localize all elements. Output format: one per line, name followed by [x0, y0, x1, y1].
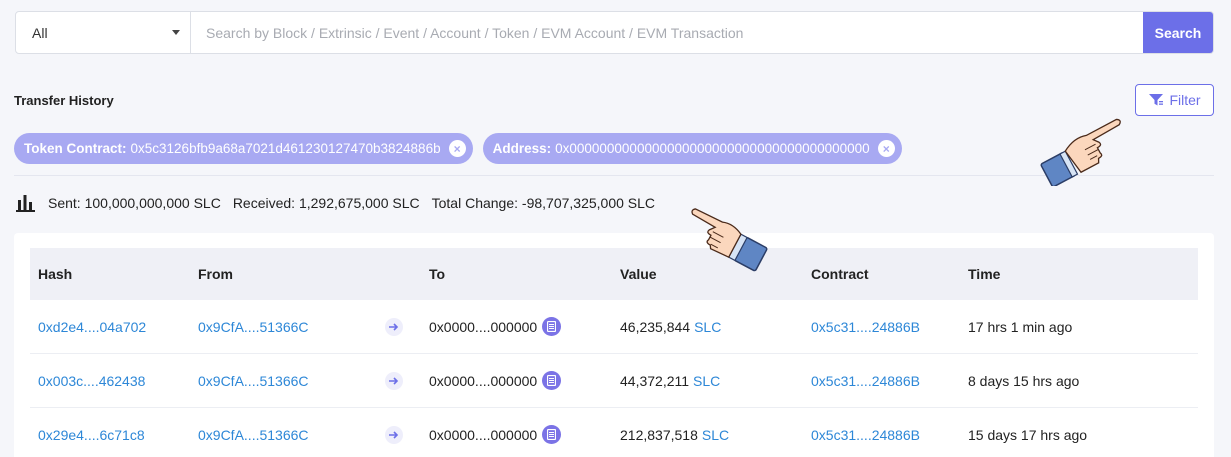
- chip-key: Address:: [492, 141, 552, 156]
- contract-link[interactable]: 0x5c31....24886B: [811, 373, 920, 389]
- chip-key: Token Contract:: [24, 141, 127, 156]
- stat-total-change: Total Change: -98,707,325,000 SLC: [431, 195, 656, 211]
- search-input[interactable]: [191, 12, 1143, 53]
- column-header-to: To: [429, 266, 446, 282]
- arrow-right-icon: [385, 425, 403, 444]
- stat-sent: Sent: 100,000,000,000 SLC: [48, 195, 221, 211]
- filter-chips: Token Contract: 0x5c3126bfb9a68a7021d461…: [14, 133, 902, 164]
- search-type-select[interactable]: All: [16, 12, 191, 53]
- bar-chart-icon: [16, 195, 35, 212]
- value-unit-link[interactable]: SLC: [702, 427, 729, 443]
- hash-link[interactable]: 0x29e4....6c71c8: [38, 427, 145, 443]
- value-unit-link[interactable]: SLC: [694, 319, 721, 335]
- hash-link[interactable]: 0xd2e4....04a702: [38, 319, 146, 335]
- close-icon[interactable]: ×: [448, 140, 466, 157]
- search-bar: All Search: [15, 11, 1214, 54]
- table-row: 0xd2e4....04a702 0x9CfA....51366C 0x0000…: [30, 300, 1198, 354]
- transfer-stats: Sent: 100,000,000,000 SLC Received: 1,29…: [16, 194, 655, 212]
- table-row: 0x003c....462438 0x9CfA....51366C 0x0000…: [30, 354, 1198, 408]
- table-header: Hash From To Value Contract Time: [30, 248, 1198, 300]
- document-icon: [542, 425, 562, 444]
- arrow-right-icon: [385, 371, 403, 390]
- from-link[interactable]: 0x9CfA....51366C: [198, 319, 309, 335]
- chip-token-contract: Token Contract: 0x5c3126bfb9a68a7021d461…: [14, 133, 473, 164]
- transfer-table: Hash From To Value Contract Time 0xd2e4.…: [14, 233, 1214, 457]
- time-cell: 17 hrs 1 min ago: [968, 318, 1073, 335]
- close-icon[interactable]: ×: [877, 140, 895, 157]
- filter-button[interactable]: Filter: [1135, 84, 1214, 116]
- to-cell: 0x0000....000000: [429, 425, 562, 444]
- chip-address: Address: 0x00000000000000000000000000000…: [482, 133, 902, 164]
- value-unit-link[interactable]: SLC: [693, 373, 720, 389]
- hash-link[interactable]: 0x003c....462438: [38, 373, 145, 389]
- document-icon: [542, 371, 562, 390]
- table-row: 0x29e4....6c71c8 0x9CfA....51366C 0x0000…: [30, 408, 1198, 457]
- time-cell: 15 days 17 hrs ago: [968, 426, 1088, 443]
- from-link[interactable]: 0x9CfA....51366C: [198, 373, 309, 389]
- contract-link[interactable]: 0x5c31....24886B: [811, 319, 920, 335]
- column-header-time: Time: [968, 266, 1001, 282]
- chip-value: 0x00000000000000000000000000000000000000…: [555, 141, 870, 156]
- arrow-right-icon: [385, 317, 403, 336]
- contract-link[interactable]: 0x5c31....24886B: [811, 427, 920, 443]
- to-address: 0x0000....000000: [429, 318, 538, 335]
- column-header-from: From: [198, 266, 233, 282]
- value-cell: 46,235,844 SLC: [620, 319, 721, 335]
- chevron-down-icon: [172, 30, 180, 35]
- filter-icon: [1149, 94, 1164, 106]
- time-cell: 8 days 15 hrs ago: [968, 372, 1080, 389]
- to-cell: 0x0000....000000: [429, 317, 562, 336]
- to-address: 0x0000....000000: [429, 372, 538, 389]
- to-cell: 0x0000....000000: [429, 371, 562, 390]
- value-amount: 212,837,518: [620, 426, 698, 443]
- page-title: Transfer History: [14, 93, 114, 108]
- value-cell: 44,372,211 SLC: [620, 373, 720, 389]
- search-button[interactable]: Search: [1143, 12, 1213, 53]
- search-type-value: All: [32, 24, 48, 41]
- pointing-hand-icon: [1040, 118, 1121, 186]
- filter-label: Filter: [1169, 92, 1201, 108]
- column-header-hash: Hash: [38, 266, 73, 282]
- column-header-contract: Contract: [811, 266, 869, 282]
- value-cell: 212,837,518 SLC: [620, 427, 729, 443]
- document-icon: [542, 317, 562, 336]
- from-link[interactable]: 0x9CfA....51366C: [198, 427, 309, 443]
- stat-received: Received: 1,292,675,000 SLC: [232, 195, 420, 211]
- column-header-value: Value: [620, 266, 657, 282]
- value-amount: 44,372,211: [620, 372, 690, 389]
- chip-value: 0x5c3126bfb9a68a7021d461230127470b382488…: [130, 141, 441, 156]
- value-amount: 46,235,844: [620, 318, 691, 335]
- to-address: 0x0000....000000: [429, 426, 538, 443]
- pointing-hand-icon: [691, 208, 768, 272]
